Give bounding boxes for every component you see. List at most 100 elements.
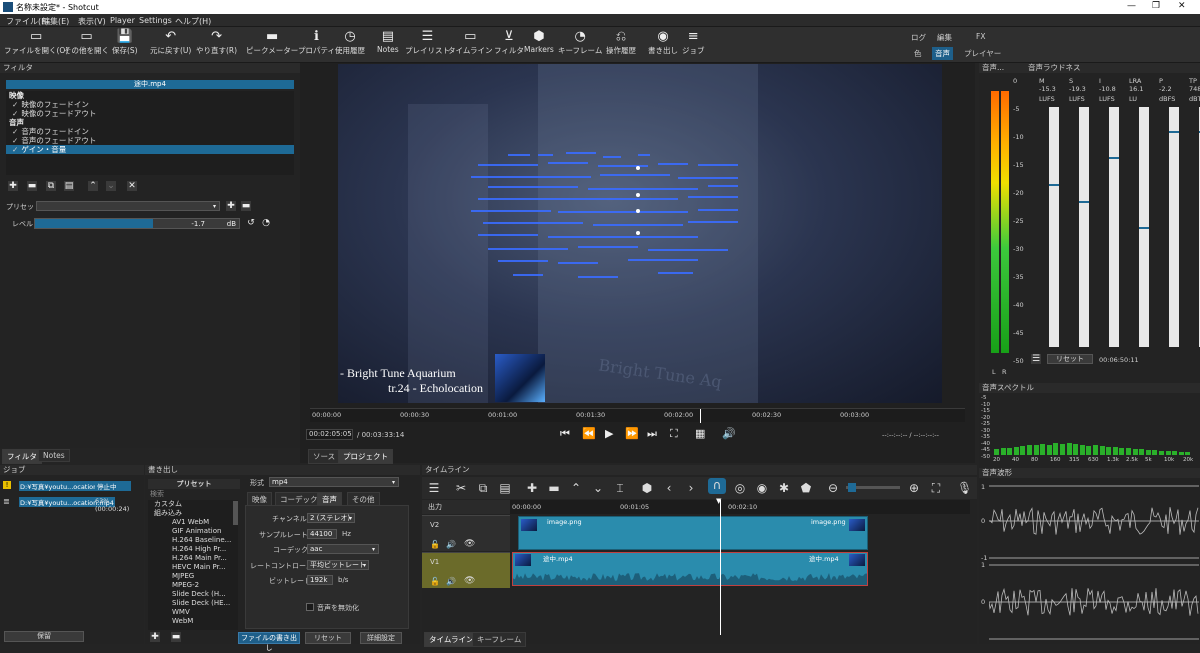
jobs-button[interactable]: ≡ ジョブ	[682, 29, 705, 56]
volume-icon[interactable]: 🔊	[722, 427, 736, 440]
menu-help[interactable]: ヘルプ(H)	[175, 16, 211, 27]
export-advanced-button[interactable]: 詳細設定	[360, 632, 402, 644]
preset-search[interactable]: 検索	[148, 489, 240, 499]
job-row[interactable]: ! D:¥写真¥youtu...ocation.mp4 停止中	[2, 480, 142, 491]
layout-player[interactable]: プレイヤー	[964, 48, 1001, 59]
menu-player[interactable]: Player	[110, 16, 135, 25]
check-icon[interactable]: ✓	[12, 109, 19, 118]
add-preset-button[interactable]: ✚	[150, 632, 160, 642]
next-marker-icon[interactable]: ›	[684, 481, 698, 495]
fast-forward-icon[interactable]: ⏩	[625, 427, 639, 440]
zoom-in-icon[interactable]: ⊕	[907, 481, 921, 495]
tab-project[interactable]: プロジェクト	[338, 449, 393, 464]
codec-select[interactable]: aac ▾	[307, 544, 379, 554]
paste-filter-button[interactable]: ▤	[64, 181, 74, 191]
track-header-v1[interactable]: V1 🔓 🔊 👁	[422, 552, 510, 588]
pause-jobs-button[interactable]: 保留	[4, 631, 84, 642]
deselect-filter-button[interactable]: ✕	[127, 181, 137, 191]
keyframes-button[interactable]: ◔ キーフレーム	[558, 29, 602, 56]
bitrate-select[interactable]: 192k	[307, 575, 333, 585]
filters-button[interactable]: ⊻ フィルタ	[494, 29, 524, 56]
prev-marker-icon[interactable]: ‹	[662, 481, 676, 495]
paste-icon[interactable]: ▤	[498, 481, 512, 495]
export-button[interactable]: ◉ 書き出し	[648, 29, 678, 56]
eye-icon[interactable]: 👁	[464, 576, 475, 586]
remove-filter-button[interactable]: ▬	[27, 181, 37, 191]
position-field[interactable]: 00:02:05:05	[306, 429, 353, 440]
copy-icon[interactable]: ⧉	[476, 481, 490, 496]
layout-color[interactable]: 色	[914, 48, 922, 59]
preset-item[interactable]: 組み込み	[148, 509, 238, 518]
preset-item[interactable]: MJPEG	[148, 572, 238, 581]
video-preview[interactable]: Bright Tune Aq - Bright Tune Aquarium tr…	[338, 64, 942, 403]
minimize-button[interactable]: —	[1127, 1, 1136, 11]
zoom-icon[interactable]: ⛶	[670, 427, 678, 441]
format-select[interactable]: mp4 ▾	[269, 477, 399, 487]
clip-video[interactable]: 途中.mp4 途中.mp4	[512, 552, 868, 586]
cut-icon[interactable]: ✂	[454, 481, 468, 495]
loudness-reset-button[interactable]: リセット	[1047, 354, 1093, 364]
record-audio-icon[interactable]: 🎙	[957, 481, 972, 495]
menu-edit[interactable]: 編集(E)	[42, 16, 69, 27]
properties-button[interactable]: ℹ プロパティ	[298, 29, 335, 56]
filter-item[interactable]: ✓ 映像のフェードアウト	[6, 109, 294, 118]
marker-icon[interactable]: ⬢	[640, 481, 654, 495]
grid-icon[interactable]: ▦	[695, 427, 705, 440]
tab-source[interactable]: ソース	[308, 449, 341, 464]
loudness-menu-icon[interactable]: ☰	[1031, 354, 1041, 364]
overwrite-icon[interactable]: ⌄	[591, 481, 605, 495]
move-down-button[interactable]: ⌄	[106, 181, 116, 191]
level-slider[interactable]: -1.7 dB	[34, 218, 240, 229]
remove-preset-button[interactable]: ▬	[171, 632, 181, 642]
filter-item[interactable]: ✓ 音声のフェードアウト	[6, 136, 294, 145]
preset-item[interactable]: H.264 High Pr...	[148, 545, 238, 554]
markers-button[interactable]: ⬢ Markers	[524, 29, 554, 54]
rewind-icon[interactable]: ⏪	[582, 427, 596, 440]
open-file-button[interactable]: ▭ ファイルを開く(O)	[4, 29, 68, 56]
zoom-fit-icon[interactable]: ⛶	[929, 481, 943, 496]
maximize-button[interactable]: ❐	[1152, 1, 1160, 11]
preset-scrollbar[interactable]	[233, 501, 238, 525]
check-icon[interactable]: ✓	[12, 136, 19, 145]
check-icon[interactable]: ✓	[12, 145, 19, 154]
notes-button[interactable]: ▤ Notes	[377, 29, 399, 54]
tab-keyframes[interactable]: キーフレーム	[472, 632, 527, 647]
preset-item[interactable]: AV1 WebM	[148, 518, 238, 527]
peak-meter-button[interactable]: ▬ ピークメーター	[246, 29, 298, 56]
check-icon[interactable]: ✓	[12, 100, 19, 109]
preset-item[interactable]: WMV	[148, 608, 238, 617]
mute-icon[interactable]: 🔊	[446, 577, 456, 586]
preset-item[interactable]: MPEG-2	[148, 581, 238, 590]
timeline-button[interactable]: ▭ タイムライン	[448, 29, 492, 56]
player-playhead[interactable]	[699, 409, 701, 423]
layout-audio[interactable]: 音声	[932, 47, 953, 60]
filter-list[interactable]: 映像 ✓ 映像のフェードイン ✓ 映像のフェードアウト 音声 ✓ 音声のフェード…	[6, 91, 294, 175]
playlist-button[interactable]: ☰ プレイリスト	[405, 29, 450, 56]
layout-edit[interactable]: 編集	[937, 32, 952, 43]
check-icon[interactable]: ✓	[12, 127, 19, 136]
save-preset-button[interactable]: ✚	[226, 201, 236, 211]
preset-item[interactable]: H.264 Main Pr...	[148, 554, 238, 563]
preset-item[interactable]: カスタム	[148, 500, 238, 509]
tab-notes[interactable]: Notes	[38, 449, 70, 462]
menu-view[interactable]: 表示(V)	[78, 16, 106, 27]
preset-item[interactable]: H.264 Baseline...	[148, 536, 238, 545]
split-icon[interactable]: ⌶	[613, 481, 627, 496]
filter-item-selected[interactable]: ✓ ゲイン・音量	[6, 145, 294, 154]
append-icon[interactable]: ✚	[525, 481, 539, 495]
preset-item[interactable]: HEVC Main Pr...	[148, 563, 238, 572]
preset-list[interactable]: カスタム 組み込み AV1 WebM GIF Animation H.264 Basel…	[148, 500, 238, 630]
timeline-menu-icon[interactable]: ☰	[427, 481, 441, 495]
play-icon[interactable]: ▶	[605, 427, 613, 440]
keyframe-timer-icon[interactable]: ◔	[261, 218, 271, 228]
undo-button[interactable]: ↶ 元に戻す(U)	[150, 29, 191, 56]
disable-audio-checkbox[interactable]	[306, 603, 314, 611]
history-button[interactable]: ⎌ 操作履歴	[606, 29, 636, 56]
lock-icon[interactable]: 🔓	[430, 577, 440, 586]
close-button[interactable]: ✕	[1178, 1, 1186, 11]
recent-button[interactable]: ◷ 使用履歴	[335, 29, 365, 56]
remove-icon[interactable]: ▬	[547, 481, 561, 495]
open-other-button[interactable]: ▭ その他を開く	[64, 29, 109, 56]
scrub-icon[interactable]: ◎	[733, 481, 747, 495]
zoom-out-icon[interactable]: ⊖	[826, 481, 840, 495]
